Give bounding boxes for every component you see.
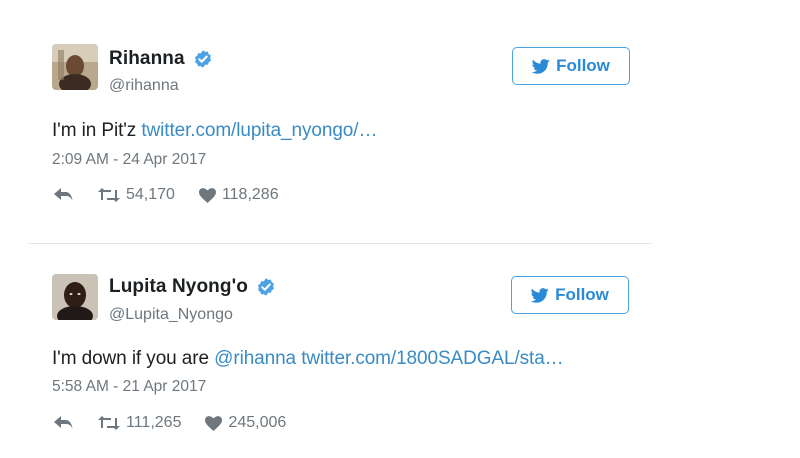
twitter-bird-icon <box>531 287 549 303</box>
user-name[interactable]: Rihanna <box>109 48 185 70</box>
twitter-bird-icon <box>532 58 550 74</box>
follow-label: Follow <box>556 56 610 75</box>
retweet-icon <box>98 416 120 430</box>
verified-badge-icon <box>194 50 211 68</box>
reply-button[interactable] <box>54 416 74 430</box>
user-handle[interactable]: @rihanna <box>109 77 179 95</box>
follow-button[interactable]: Follow <box>512 47 630 85</box>
heart-icon <box>198 187 216 203</box>
like-count: 245,006 <box>228 414 287 431</box>
heart-icon <box>205 415 223 431</box>
tweet-text: I'm in Pit'z twitter.com/lupita_nyongo/… <box>52 120 377 142</box>
user-name[interactable]: Lupita Nyong'o <box>109 276 248 298</box>
user-handle[interactable]: @Lupita_Nyongo <box>109 306 233 324</box>
avatar[interactable] <box>52 274 98 320</box>
tweet-divider <box>28 243 652 244</box>
avatar-image <box>52 274 98 320</box>
avatar-image <box>52 44 98 90</box>
user-name-row: Rihanna <box>109 48 213 70</box>
user-name-row: Lupita Nyong'o <box>109 276 276 298</box>
tweet-card: Rihanna @rihanna Follow I'm in Pit'z twi… <box>0 0 800 240</box>
avatar[interactable] <box>52 44 98 90</box>
retweet-count: 111,265 <box>126 414 182 431</box>
reply-icon <box>54 188 73 201</box>
retweet-button[interactable]: 111,265 <box>98 414 181 432</box>
tweet-link[interactable]: twitter.com/1800SADGAL/sta… <box>296 348 563 369</box>
tweet-actions: 111,265 245,006 <box>54 414 310 432</box>
tweet-timestamp[interactable]: 5:58 AM - 21 Apr 2017 <box>52 378 206 396</box>
like-button[interactable]: 118,286 <box>198 186 279 204</box>
follow-button[interactable]: Follow <box>511 276 629 314</box>
tweet-actions: 54,170 118,286 <box>54 186 303 204</box>
reply-button[interactable] <box>54 188 74 202</box>
tweet-link[interactable]: twitter.com/lupita_nyongo/… <box>141 120 377 141</box>
retweet-button[interactable]: 54,170 <box>98 186 175 204</box>
retweet-count: 54,170 <box>126 186 175 203</box>
tweet-card: Lupita Nyong'o @Lupita_Nyongo Follow I'm… <box>0 248 800 458</box>
mention-link[interactable]: @rihanna <box>214 348 296 369</box>
tweet-text: I'm down if you are @rihanna twitter.com… <box>52 348 564 370</box>
reply-icon <box>54 416 73 429</box>
retweet-icon <box>98 188 120 202</box>
tweet-text-body: I'm down if you are <box>52 348 215 369</box>
tweet-text-body: I'm in Pit'z <box>52 120 142 141</box>
like-count: 118,286 <box>221 186 279 203</box>
verified-badge-icon <box>257 278 274 296</box>
like-button[interactable]: 245,006 <box>205 414 286 432</box>
tweet-timestamp[interactable]: 2:09 AM - 24 Apr 2017 <box>52 151 206 169</box>
follow-label: Follow <box>555 285 609 304</box>
